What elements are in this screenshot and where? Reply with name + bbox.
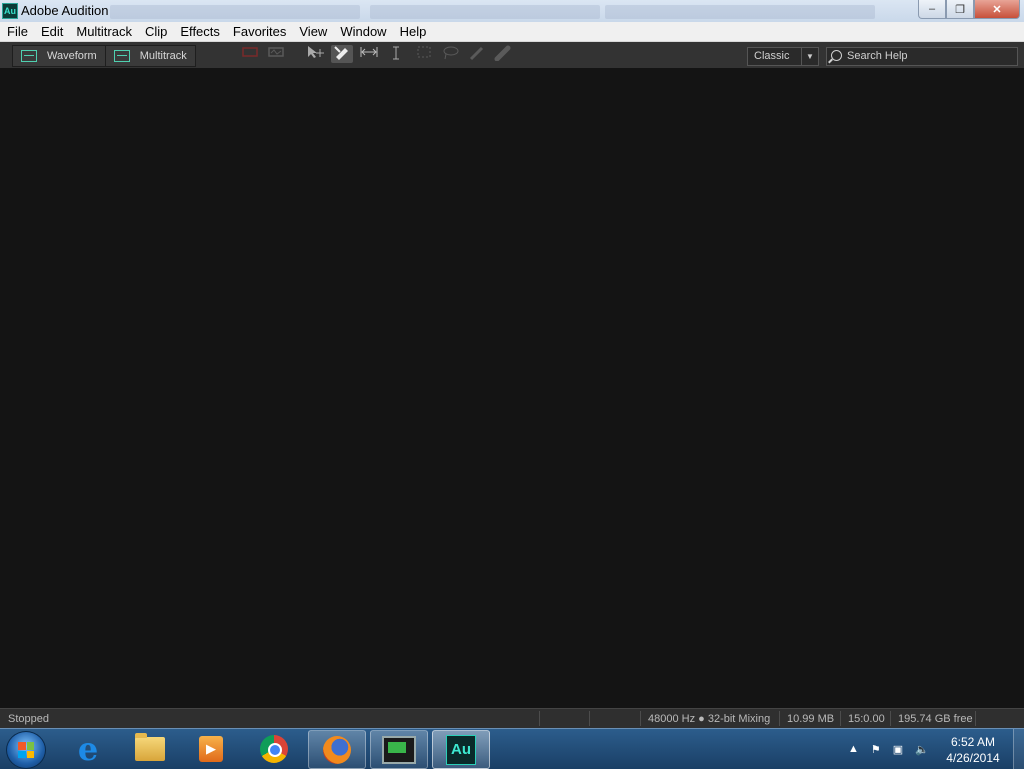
text-cursor-tool-icon[interactable]	[387, 45, 405, 63]
close-button[interactable]: ✕	[974, 0, 1020, 19]
transport-status: Stopped	[8, 713, 49, 725]
chrome-icon	[260, 734, 288, 763]
spot-healing-brush-tool-icon[interactable]	[493, 45, 513, 63]
disk-free: 195.74 GB free	[898, 713, 973, 725]
time-selection-tool-icon[interactable]	[358, 45, 380, 63]
audition-icon: Au	[446, 734, 476, 765]
menu-bar: File Edit Multitrack Clip Effects Favori…	[0, 22, 1024, 42]
menu-effects[interactable]: Effects	[173, 22, 226, 41]
workspace-selected: Classic	[754, 50, 790, 62]
system-tray: ▲ ⚑ ▣ 🔈	[842, 729, 935, 769]
waveform-icon	[21, 50, 37, 62]
show-hidden-icons-icon[interactable]: ▲	[848, 743, 859, 755]
internet-explorer-icon: e	[77, 729, 99, 768]
search-help-box[interactable]	[826, 47, 1018, 66]
taskbar-file-explorer[interactable]	[122, 730, 178, 767]
taskbar-media-player[interactable]: ▶	[183, 730, 239, 767]
status-divider	[840, 711, 841, 726]
menu-favorites[interactable]: Favorites	[226, 22, 292, 41]
background-tab-ghost	[370, 5, 600, 19]
action-center-flag-icon[interactable]: ⚑	[871, 743, 881, 756]
paintbrush-selection-tool-icon[interactable]	[467, 45, 487, 63]
spectral-pitch-display-icon[interactable]	[266, 45, 286, 63]
background-tab-ghost	[110, 5, 360, 19]
status-divider	[539, 711, 540, 726]
window-title: Adobe Audition	[21, 3, 109, 18]
sample-rate-info: 48000 Hz ● 32-bit Mixing	[648, 713, 771, 725]
duration: 15:0.00	[848, 713, 885, 725]
view-mode-group: Waveform Multitrack	[12, 45, 196, 67]
status-divider	[640, 711, 641, 726]
monitor-icon	[382, 735, 416, 764]
status-divider	[975, 711, 976, 726]
memory-usage: 10.99 MB	[787, 713, 835, 725]
taskbar: e ▶ Au ▲ ⚑ ▣ 🔈 6:52 AM 4/26/2014	[0, 728, 1024, 769]
taskbar-system-monitor[interactable]	[370, 730, 428, 769]
lasso-selection-tool-icon[interactable]	[440, 45, 460, 63]
workspace-dropdown[interactable]: Classic ▼	[747, 47, 819, 66]
clock-time: 6:52 AM	[950, 735, 996, 749]
marquee-selection-tool-icon[interactable]	[414, 45, 434, 63]
show-desktop-button[interactable]	[1013, 729, 1024, 769]
multitrack-button[interactable]: Multitrack	[106, 46, 195, 66]
taskbar-chrome[interactable]	[246, 730, 302, 767]
minimize-button[interactable]: –	[918, 0, 946, 19]
clock-date: 4/26/2014	[946, 751, 1000, 765]
chevron-down-icon: ▼	[801, 48, 818, 65]
multitrack-label: Multitrack	[139, 50, 187, 62]
spectral-frequency-display-icon[interactable]	[241, 45, 259, 63]
taskbar-clock[interactable]: 6:52 AM 4/26/2014	[940, 734, 1006, 766]
status-bar: Stopped 48000 Hz ● 32-bit Mixing 10.99 M…	[0, 708, 1024, 729]
title-bar: Au Adobe Audition – ❐ ✕	[0, 0, 1024, 23]
search-icon	[831, 50, 842, 61]
taskbar-adobe-audition[interactable]: Au	[432, 730, 490, 769]
taskbar-firefox[interactable]	[308, 730, 366, 769]
audition-app-icon[interactable]: Au	[2, 3, 18, 19]
main-workspace[interactable]	[0, 68, 1024, 708]
menu-multitrack[interactable]: Multitrack	[69, 22, 138, 41]
menu-help[interactable]: Help	[393, 22, 433, 41]
menu-view[interactable]: View	[292, 22, 333, 41]
menu-clip[interactable]: Clip	[138, 22, 173, 41]
multitrack-icon	[113, 50, 130, 62]
background-tab-ghost	[605, 5, 875, 19]
menu-file[interactable]: File	[0, 22, 34, 41]
start-button[interactable]	[6, 731, 46, 769]
status-divider	[779, 711, 780, 726]
menu-window[interactable]: Window	[333, 22, 392, 41]
folder-icon	[135, 732, 165, 761]
search-help-input[interactable]	[847, 49, 1012, 63]
menu-edit[interactable]: Edit	[34, 22, 69, 41]
status-divider	[589, 711, 590, 726]
windows-logo-icon	[18, 742, 34, 758]
waveform-button[interactable]: Waveform	[13, 46, 106, 66]
status-divider	[890, 711, 891, 726]
taskbar-internet-explorer[interactable]: e	[60, 730, 116, 767]
razor-tool-icon[interactable]	[331, 45, 353, 63]
window-controls: – ❐ ✕	[918, 0, 1020, 19]
network-icon[interactable]: ▣	[893, 743, 903, 756]
waveform-label: Waveform	[47, 50, 97, 62]
volume-icon[interactable]: 🔈	[915, 743, 929, 756]
move-tool-icon[interactable]	[305, 45, 327, 63]
firefox-icon	[323, 735, 351, 764]
media-player-icon: ▶	[199, 735, 223, 762]
restore-button[interactable]: ❐	[946, 0, 974, 19]
